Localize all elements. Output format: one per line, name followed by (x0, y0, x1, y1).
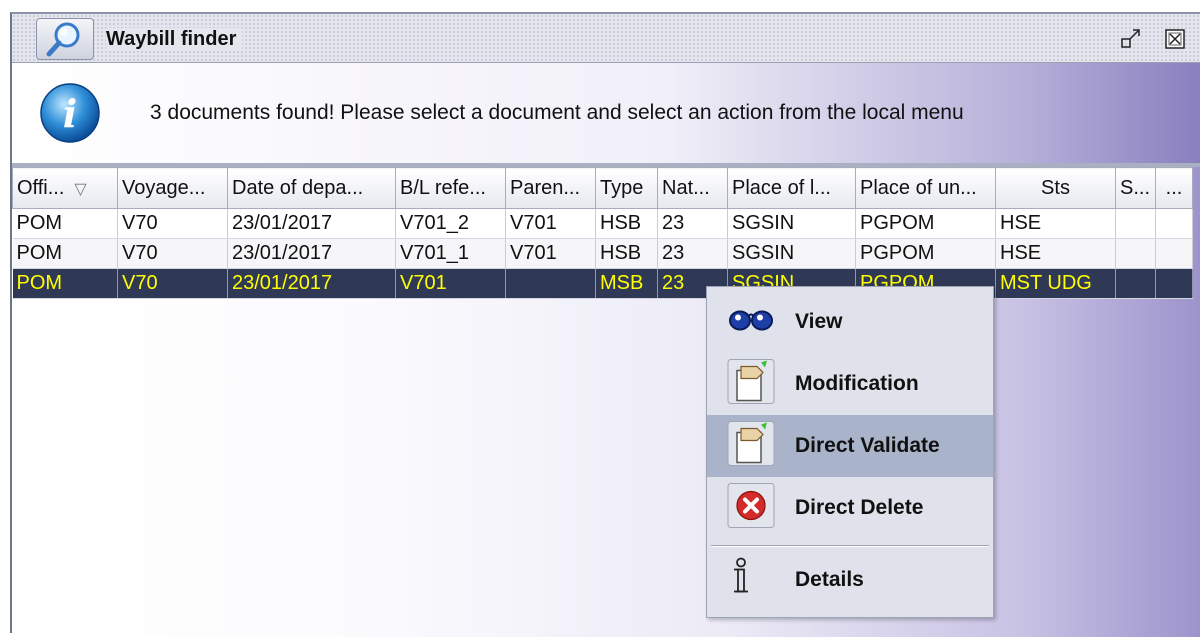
table-cell (1115, 238, 1156, 269)
info-i-icon (727, 555, 775, 606)
table-cell: V701 (505, 238, 596, 269)
column-header-date-of-departure[interactable]: Date of depa... (227, 167, 396, 209)
table-cell: V70 (117, 238, 228, 269)
results-area: Offi... ▽ Voyage... Date of depa... B/L r… (12, 167, 1200, 637)
table-cell: POM (12, 238, 118, 269)
menu-separator (711, 545, 989, 547)
table-cell: PGPOM (855, 208, 996, 239)
table-cell: V70 (117, 268, 228, 299)
column-header-nature[interactable]: Nat... (657, 167, 728, 209)
column-header-s[interactable]: S... (1115, 167, 1156, 209)
results-table: Offi... ▽ Voyage... Date of depa... B/L r… (12, 167, 1193, 299)
table-cell (1155, 238, 1193, 269)
table-cell (505, 268, 596, 299)
table-cell: SGSIN (727, 238, 856, 269)
menu-item-direct-delete[interactable]: Direct Delete (707, 477, 993, 539)
table-cell: V701_1 (395, 238, 506, 269)
table-cell: PGPOM (855, 238, 996, 269)
menu-item-label: Details (795, 568, 864, 591)
table-header: Offi... ▽ Voyage... Date of depa... B/L r… (12, 167, 1193, 209)
context-menu: View Modification Direct Validate Direct… (706, 286, 994, 618)
column-header-parent[interactable]: Paren... (505, 167, 596, 209)
info-message: 3 documents found! Please select a docum… (150, 101, 964, 124)
table-cell: HSB (595, 238, 658, 269)
column-header-more[interactable]: ... (1155, 167, 1193, 209)
svg-text:i: i (63, 91, 77, 136)
info-bar: i 3 documents found! Please select a doc… (12, 63, 1200, 167)
table-cell: V701 (505, 208, 596, 239)
table-cell (1115, 268, 1156, 299)
menu-item-view[interactable]: View (707, 291, 993, 353)
window-title: Waybill finder (106, 28, 243, 51)
menu-item-label: Direct Validate (795, 434, 940, 457)
column-header-place-of-loading[interactable]: Place of l... (727, 167, 856, 209)
table-cell: SGSIN (727, 208, 856, 239)
document-hand-icon (727, 421, 775, 472)
table-row[interactable]: POM V70 23/01/2017 V701_2 V701 HSB 23 SG… (12, 208, 1193, 239)
document-hand-icon (727, 359, 775, 410)
menu-item-label: Direct Delete (795, 496, 924, 519)
glasses-icon (727, 305, 775, 340)
table-cell: HSB (595, 208, 658, 239)
title-bar: Waybill finder (12, 14, 1200, 63)
table-cell: V701_2 (395, 208, 506, 239)
table-cell: V701 (395, 268, 506, 299)
menu-item-details[interactable]: Details (707, 549, 993, 611)
menu-item-direct-validate[interactable]: Direct Validate (707, 415, 993, 477)
table-cell: MST UDG (995, 268, 1116, 299)
table-row[interactable]: POM V70 23/01/2017 V701_1 V701 HSB 23 SG… (12, 238, 1193, 269)
menu-item-label: Modification (795, 372, 919, 395)
column-header-type[interactable]: Type (595, 167, 658, 209)
table-cell: POM (12, 268, 118, 299)
table-cell (1115, 208, 1156, 239)
restore-window-icon[interactable] (1120, 28, 1142, 50)
waybill-finder-window: Waybill finder i 3 documents found! Plea… (10, 12, 1200, 637)
table-cell: 23 (657, 238, 728, 269)
info-icon: i (32, 81, 108, 150)
red-x-icon (727, 483, 775, 534)
table-cell: MSB (595, 268, 658, 299)
column-header-status[interactable]: Sts (995, 167, 1116, 209)
sort-indicator-icon: ▽ (74, 180, 87, 198)
table-cell: 23/01/2017 (227, 238, 396, 269)
table-cell: POM (12, 208, 118, 239)
table-cell (1155, 268, 1193, 299)
column-header-office[interactable]: Offi... ▽ (12, 167, 118, 209)
table-cell: 23 (657, 208, 728, 239)
magnifier-icon (36, 18, 94, 60)
menu-item-modification[interactable]: Modification (707, 353, 993, 415)
table-cell: V70 (117, 208, 228, 239)
menu-item-label: View (795, 310, 843, 333)
table-cell: 23/01/2017 (227, 208, 396, 239)
table-row-selected[interactable]: POM V70 23/01/2017 V701 MSB 23 SGSIN PGP… (12, 268, 1193, 299)
table-cell: HSE (995, 208, 1116, 239)
table-cell: 23/01/2017 (227, 268, 396, 299)
column-header-place-of-unloading[interactable]: Place of un... (855, 167, 996, 209)
column-header-voyage[interactable]: Voyage... (117, 167, 228, 209)
close-window-icon[interactable] (1164, 28, 1186, 50)
column-header-bl-reference[interactable]: B/L refe... (395, 167, 506, 209)
table-cell: HSE (995, 238, 1116, 269)
table-cell (1155, 208, 1193, 239)
